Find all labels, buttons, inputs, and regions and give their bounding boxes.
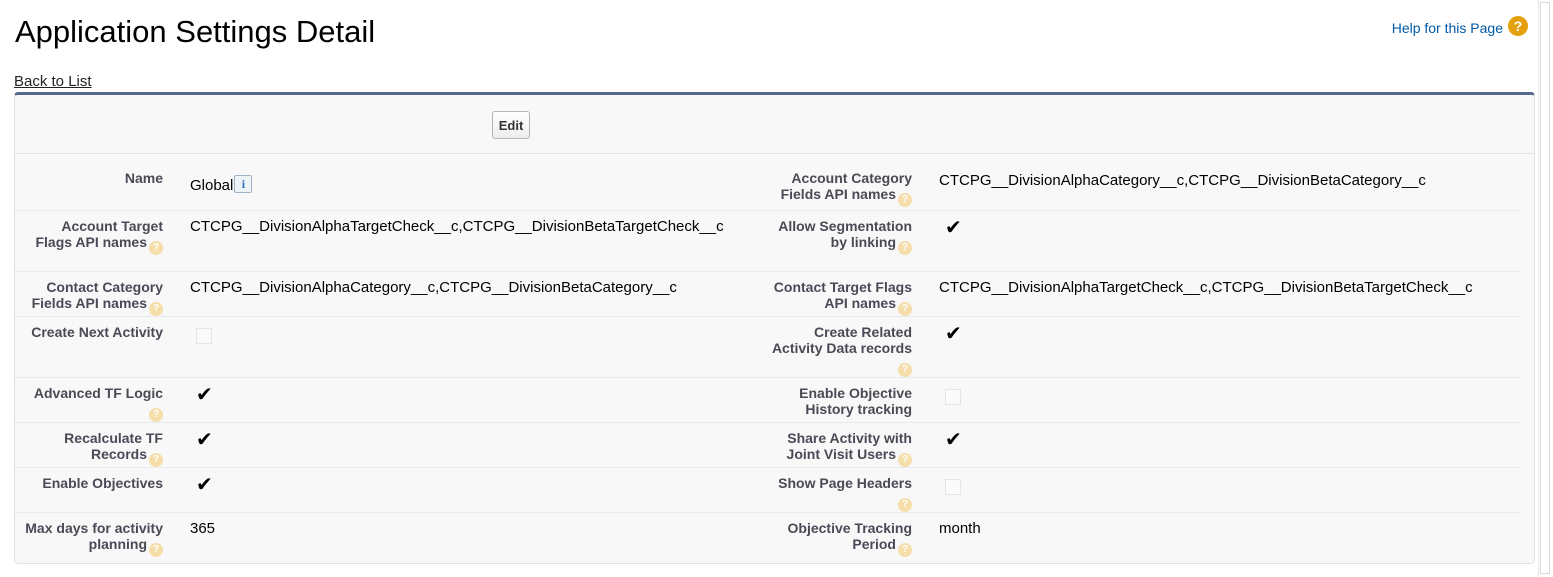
help-hint-icon[interactable]: ? (898, 302, 912, 316)
show-page-headers-checkbox (945, 479, 961, 495)
field-label-create-related-activity: Create Related Activity Data records? (771, 324, 912, 377)
back-to-list-link[interactable]: Back to List (14, 73, 92, 90)
detail-panel: Edit Name Global i Account Category Field… (14, 92, 1535, 564)
help-hint-icon[interactable]: ? (149, 241, 163, 255)
detail-row: Recalculate TF Records? ✔ Share Activity… (15, 423, 1520, 468)
field-value-contact-category: CTCPG__DivisionAlphaCategory__c,CTCPG__D… (190, 279, 677, 296)
recalculate-tf-checkbox: ✔ (196, 429, 213, 451)
detail-row: Contact Category Fields API names? CTCPG… (15, 272, 1520, 317)
help-hint-icon[interactable]: ? (149, 543, 163, 557)
field-label-share-activity: Share Activity with Joint Visit Users? (786, 430, 912, 467)
scrollbar-thumb[interactable] (1540, 2, 1550, 574)
vertical-scrollbar[interactable] (1538, 0, 1553, 577)
help-hint-icon[interactable]: ? (149, 302, 163, 316)
field-label-name: Name (124, 170, 163, 186)
create-next-activity-checkbox (196, 328, 212, 344)
button-bar: Edit (15, 95, 1534, 154)
help-hint-icon[interactable]: ? (898, 498, 912, 512)
detail-row: Name Global i Account Category Fields API… (15, 154, 1520, 211)
field-value-objective-tracking: month (939, 520, 981, 537)
page-title: Application Settings Detail (15, 14, 376, 49)
edit-button[interactable]: Edit (492, 111, 530, 139)
field-value-max-days: 365 (190, 520, 216, 537)
field-label-show-page-headers: Show Page Headers? (778, 475, 912, 512)
field-value-account-category: CTCPG__DivisionAlphaCategory__c,CTCPG__D… (939, 172, 1426, 189)
field-label-contact-target: Contact Target Flags API names? (773, 279, 912, 316)
field-label-advanced-tf-logic: Advanced TF Logic? (33, 385, 163, 422)
detail-row: Max days for activity planning? 365 Obje… (15, 513, 1520, 561)
field-label-recalculate-tf: Recalculate TF Records? (64, 430, 163, 467)
detail-row: Account Target Flags API names? CTCPG__D… (15, 211, 1520, 272)
help-hint-icon[interactable]: ? (898, 543, 912, 557)
create-related-activity-checkbox: ✔ (945, 323, 962, 345)
info-icon[interactable]: i (234, 175, 253, 193)
help-hint-icon[interactable]: ? (898, 363, 912, 377)
allow-segmentation-checkbox: ✔ (945, 217, 962, 239)
share-activity-checkbox: ✔ (945, 429, 962, 451)
field-value-contact-target: CTCPG__DivisionAlphaTargetCheck__c,CTCPG… (939, 279, 1473, 296)
detail-row: Advanced TF Logic? ✔ Enable Objective Hi… (15, 378, 1520, 423)
help-hint-icon[interactable]: ? (898, 241, 912, 255)
help-hint-icon[interactable]: ? (898, 193, 912, 207)
help-hint-icon[interactable]: ? (149, 453, 163, 467)
field-label-create-next-activity: Create Next Activity (31, 324, 163, 340)
advanced-tf-logic-checkbox: ✔ (196, 384, 213, 406)
help-hint-icon[interactable]: ? (898, 453, 912, 467)
field-label-contact-category: Contact Category Fields API names? (31, 279, 163, 316)
detail-row: Enable Objectives ✔ Show Page Headers? (15, 468, 1520, 513)
detail-row: Create Next Activity Create Related Acti… (15, 317, 1520, 378)
field-label-max-days: Max days for activity planning? (25, 520, 163, 557)
field-label-account-target: Account Target Flags API names? (35, 218, 163, 255)
enable-objective-history-checkbox (945, 389, 961, 405)
help-icon[interactable]: ? (1508, 16, 1528, 36)
help-hint-icon[interactable]: ? (149, 408, 163, 422)
enable-objectives-checkbox: ✔ (196, 474, 213, 496)
field-value-account-target: CTCPG__DivisionAlphaTargetCheck__c,CTCPG… (190, 218, 724, 235)
field-label-enable-objectives: Enable Objectives (42, 475, 163, 491)
help-link[interactable]: Help for this Page (1392, 20, 1503, 36)
field-label-enable-objective-history: Enable Objective History tracking (799, 385, 912, 417)
field-label-allow-segmentation: Allow Segmentation by linking? (778, 218, 912, 255)
field-label-account-category: Account Category Fields API names? (780, 170, 912, 207)
field-label-objective-tracking: Objective Tracking Period? (787, 520, 912, 557)
field-value-name: Global i (190, 175, 253, 195)
